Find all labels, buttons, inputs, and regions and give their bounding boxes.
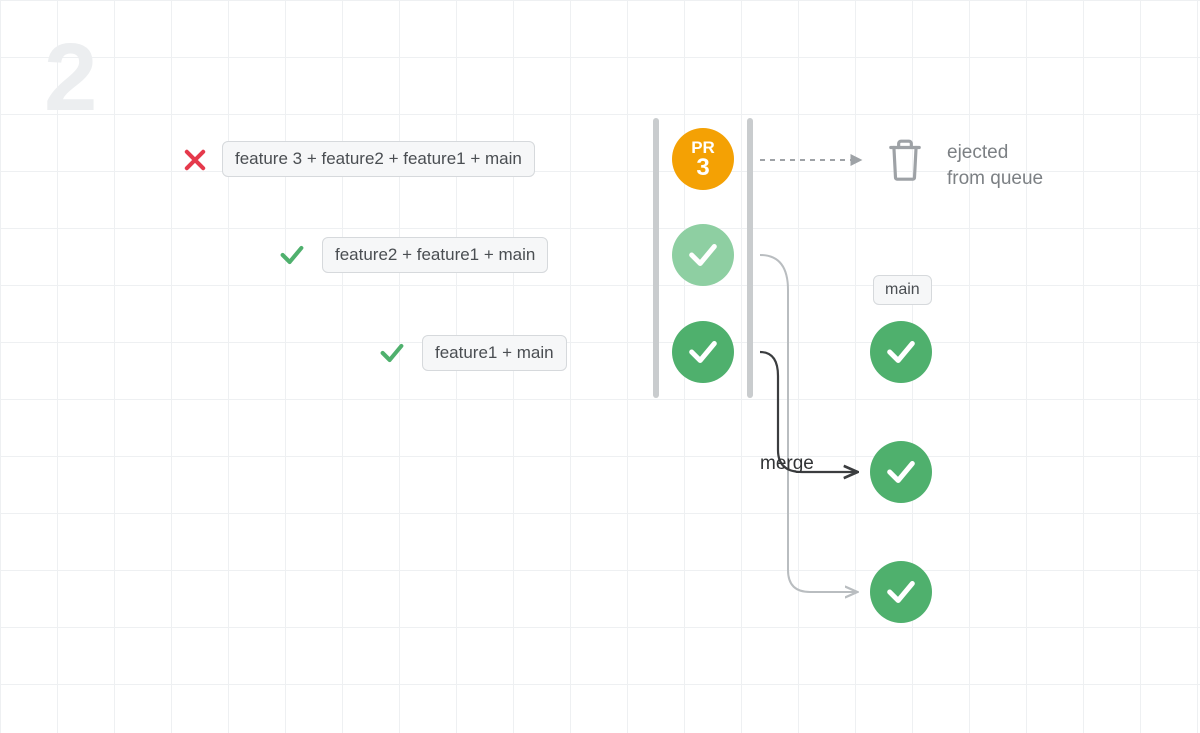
merge-label: merge: [760, 453, 814, 475]
merge-connector-light: [760, 250, 880, 610]
eject-label: ejected from queue: [947, 140, 1043, 191]
queue-rail-left: [653, 118, 659, 398]
queue-node-pass-light: [672, 224, 734, 286]
queue-entry-label: feature1 + main: [422, 335, 567, 371]
trash-icon: [886, 138, 924, 180]
x-icon: [181, 146, 209, 174]
diagram-canvas: 2 feature 3 + feature2 + feature1 + main…: [0, 0, 1200, 733]
main-commit-node: [870, 441, 932, 503]
eject-label-line1: ejected: [947, 142, 1008, 163]
step-number: 2: [44, 30, 97, 126]
eject-arrow: [760, 150, 880, 170]
main-commit-node: [870, 561, 932, 623]
queue-node-pass: [672, 321, 734, 383]
check-icon: [378, 339, 406, 367]
eject-label-line2: from queue: [947, 168, 1043, 189]
queue-rail-right: [747, 118, 753, 398]
main-commit-node: [870, 321, 932, 383]
main-branch-label: main: [873, 275, 932, 305]
merge-connector-dark: [760, 348, 880, 498]
pr-node: PR 3: [672, 128, 734, 190]
check-icon: [278, 241, 306, 269]
queue-entry-label: feature2 + feature1 + main: [322, 237, 548, 273]
pr-node-prefix: PR: [691, 139, 715, 156]
pr-node-number: 3: [696, 156, 709, 180]
queue-entry-label: feature 3 + feature2 + feature1 + main: [222, 141, 535, 177]
